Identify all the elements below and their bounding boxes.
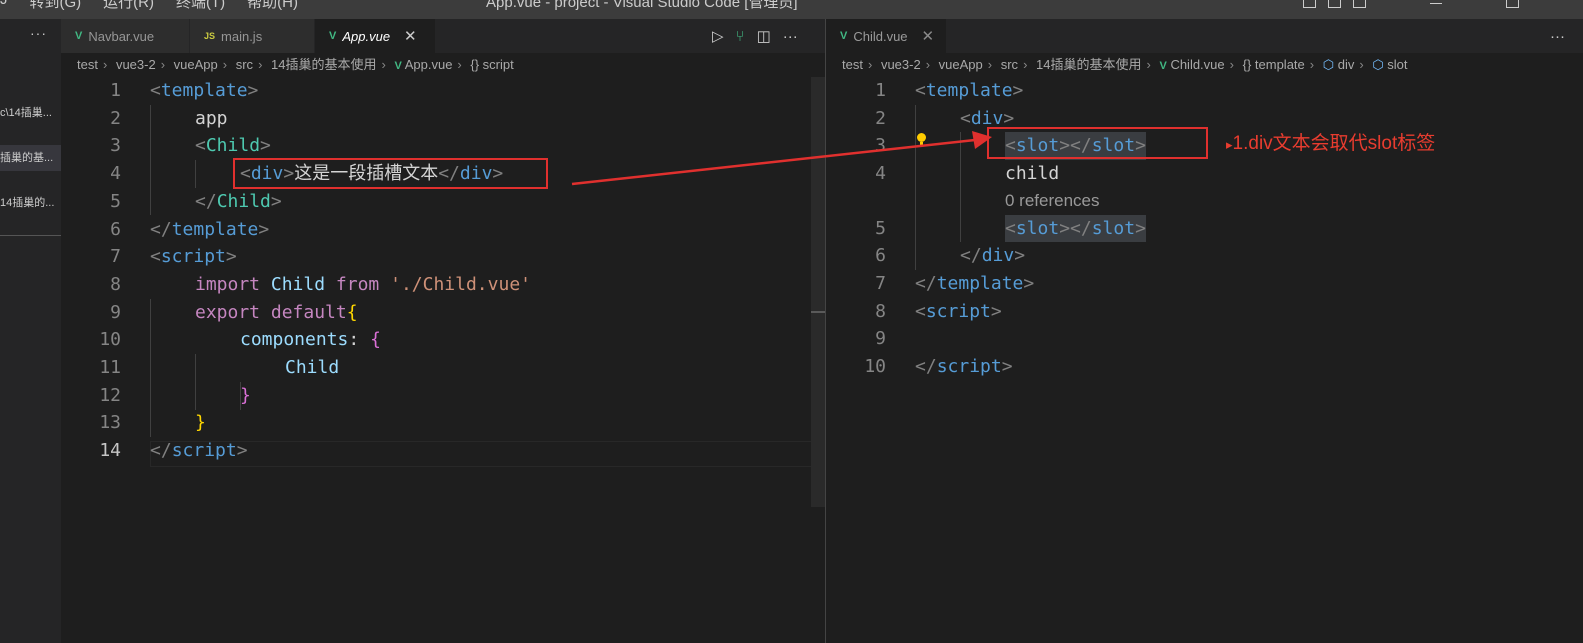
annotation-arrow xyxy=(571,131,992,186)
annotation-note: ▸1.div文本会取代slot标签 xyxy=(1226,133,1436,154)
